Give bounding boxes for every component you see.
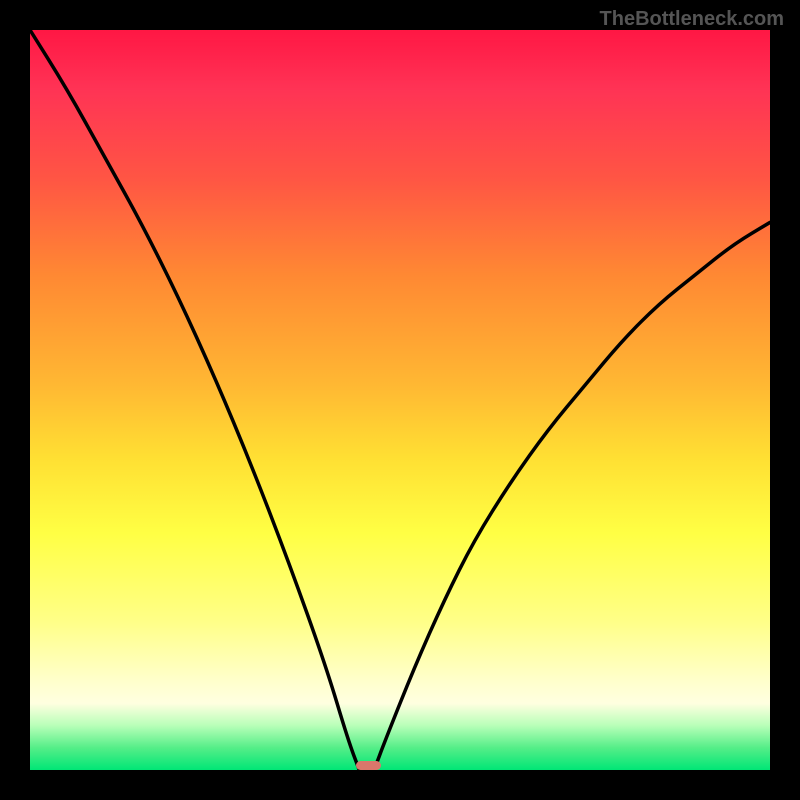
chart-outer: TheBottleneck.com [0, 0, 800, 800]
minimum-marker [356, 761, 382, 770]
curve-left-branch [30, 30, 359, 770]
curve-right-branch [374, 222, 770, 770]
curve-svg [30, 30, 770, 770]
plot-area [30, 30, 770, 770]
watermark-text: TheBottleneck.com [600, 8, 784, 31]
